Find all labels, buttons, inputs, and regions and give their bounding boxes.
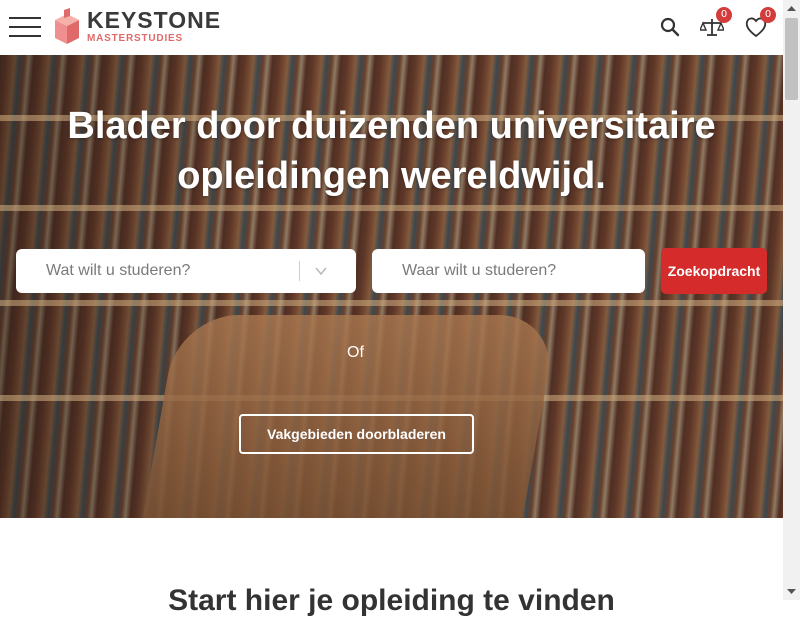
- search-button[interactable]: Zoekopdracht: [661, 248, 767, 294]
- logo[interactable]: KEYSTONE MASTERSTUDIES: [55, 8, 221, 44]
- keystone-logo-icon: [55, 8, 79, 44]
- location-input[interactable]: Waar wilt u studeren?: [372, 249, 645, 293]
- brand-name: KEYSTONE: [87, 6, 222, 33]
- brand-subtitle: MASTERSTUDIES: [87, 32, 183, 44]
- scroll-up-icon[interactable]: [787, 4, 796, 13]
- browse-fields-button[interactable]: Vakgebieden doorbladeren: [239, 414, 474, 454]
- hero-headline: Blader door duizenden universitaire ople…: [67, 105, 716, 197]
- page-scrollbar[interactable]: [783, 0, 800, 600]
- menu-icon[interactable]: [9, 17, 41, 39]
- shelf-line: [0, 300, 783, 306]
- shelf-line: [0, 205, 783, 211]
- heart-icon[interactable]: 0: [744, 7, 776, 39]
- search-icon[interactable]: [658, 15, 682, 39]
- study-input[interactable]: Wat wilt u studeren?: [16, 249, 356, 293]
- compare-count-badge: 0: [716, 7, 732, 23]
- chevron-down-icon[interactable]: [314, 264, 328, 278]
- study-placeholder: Wat wilt u studeren?: [46, 262, 191, 279]
- favorites-count-badge: 0: [760, 7, 776, 23]
- site-header: KEYSTONE MASTERSTUDIES 0 0: [0, 0, 783, 56]
- scroll-down-icon[interactable]: [787, 587, 796, 596]
- section-title: Start hier je opleiding te vinden: [168, 584, 615, 617]
- compare-icon[interactable]: 0: [698, 7, 732, 39]
- location-placeholder: Waar wilt u studeren?: [402, 262, 557, 279]
- scroll-thumb[interactable]: [785, 18, 798, 100]
- field-divider: [299, 261, 300, 281]
- or-text: Of: [347, 344, 364, 361]
- hero-banner: Blader door duizenden universitaire ople…: [0, 55, 783, 518]
